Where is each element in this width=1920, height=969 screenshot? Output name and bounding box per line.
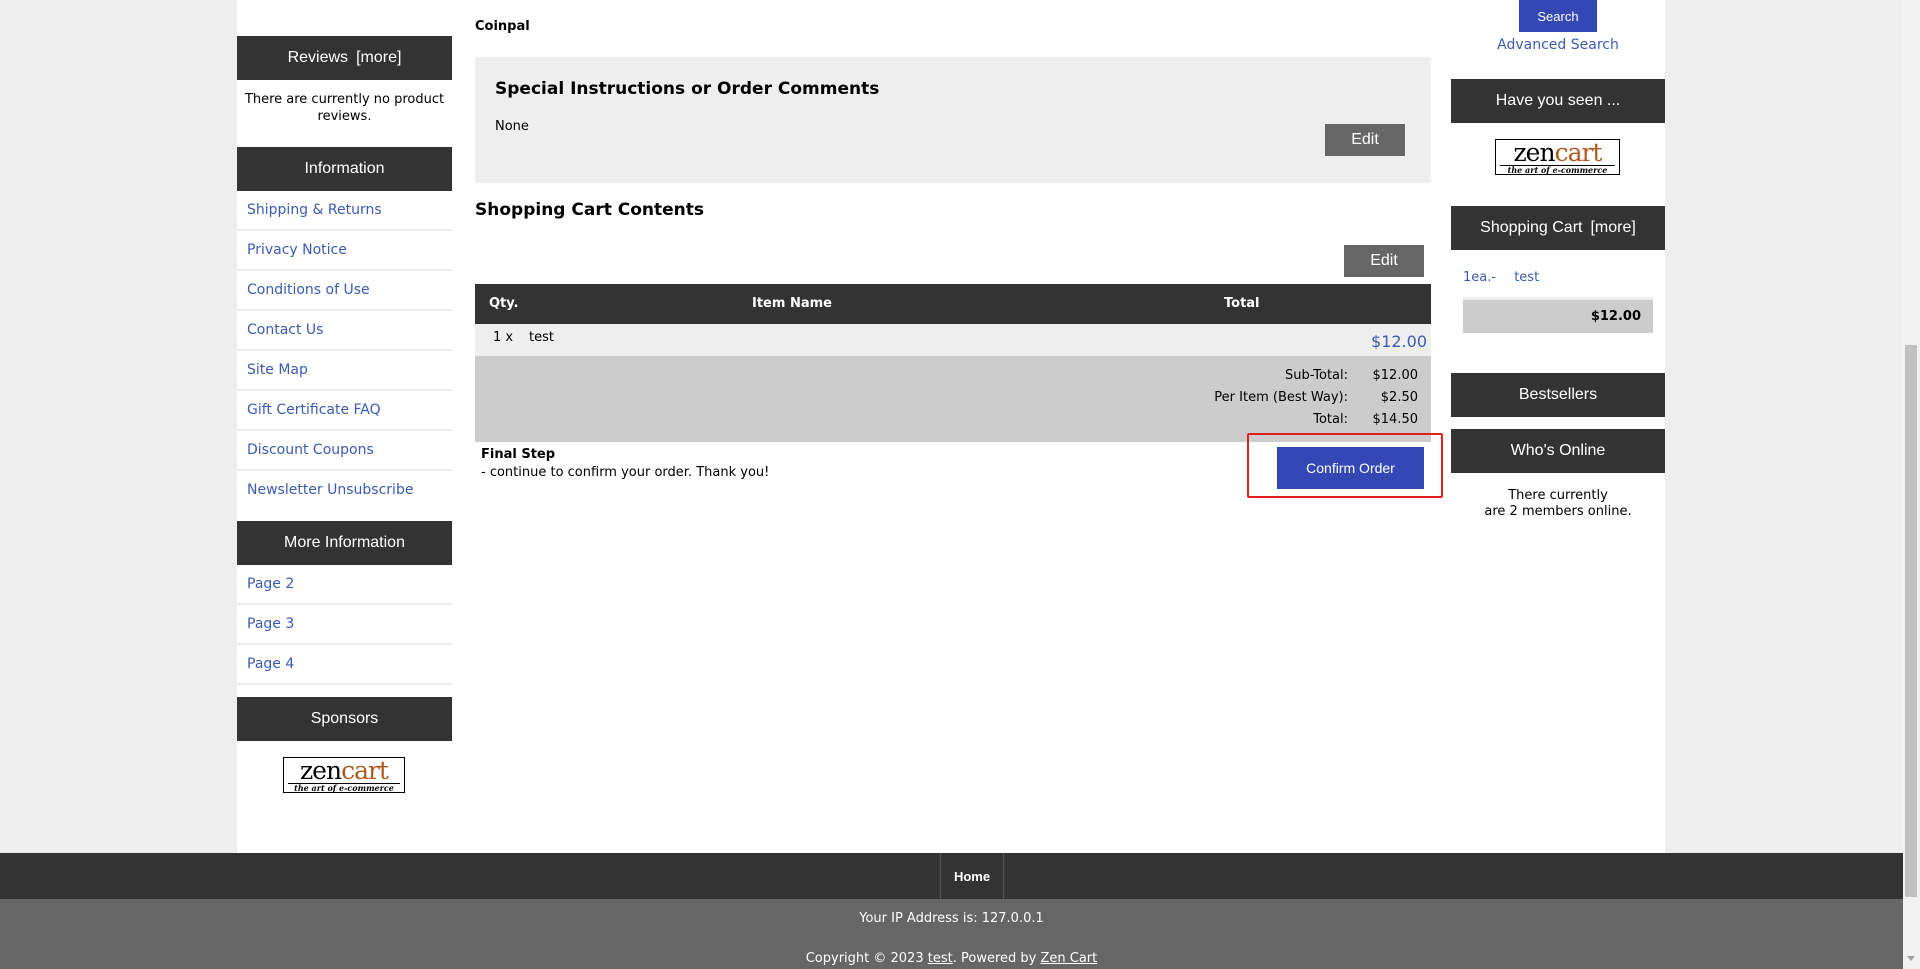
page-2-link[interactable]: Page 2 (247, 576, 294, 592)
total-label: Total: (1313, 412, 1348, 427)
cart-table-header: Qty. Item Name Total (475, 284, 1431, 324)
list-item: Site Map (237, 351, 452, 391)
contact-us-link[interactable]: Contact Us (247, 322, 323, 338)
logo-word-zen: zen (300, 756, 342, 785)
search-button[interactable]: Search (1519, 0, 1597, 32)
total-value: $14.50 (1372, 412, 1419, 427)
shipping-label: Per Item (Best Way): (1214, 390, 1348, 405)
col-item-name: Item Name (752, 296, 832, 311)
whos-online-header: Who's Online (1451, 429, 1665, 473)
cart-side-qty: 1ea.- (1463, 270, 1497, 285)
list-item: Gift Certificate FAQ (237, 391, 452, 431)
logo-word-cart: cart (341, 756, 389, 785)
cart-side-name: test (1514, 270, 1540, 285)
have-you-seen-header: Have you seen ... (1451, 79, 1665, 123)
cart-side-total: $12.00 (1463, 297, 1653, 333)
subtotal-label: Sub-Total: (1285, 368, 1348, 383)
zen-cart-link[interactable]: Zen Cart (1040, 951, 1097, 966)
logo-tagline: the art of e-commerce (288, 783, 400, 792)
comments-value: None (495, 119, 529, 134)
online-line-1: There currently (1508, 488, 1608, 503)
subtotal-line: Sub-Total: $12.00 (1285, 368, 1418, 386)
row-qty: 1 x (493, 330, 514, 345)
order-totals: Sub-Total: $12.00 Per Item (Best Way): $… (475, 356, 1431, 442)
more-information-list: Page 2 Page 3 Page 4 (237, 565, 452, 685)
reviews-text: There are currently no product reviews. (244, 92, 445, 124)
subtotal-value: $12.00 (1372, 368, 1419, 383)
row-total: $12.00 (1371, 332, 1427, 351)
reviews-header: Reviews [more] (237, 36, 452, 80)
final-step: Final Step - continue to confirm your or… (481, 446, 769, 482)
privacy-notice-link[interactable]: Privacy Notice (247, 242, 347, 258)
list-item: Page 3 (237, 605, 452, 645)
col-qty: Qty. (489, 296, 519, 311)
zen-cart-logo[interactable]: zencart the art of e-commerce (283, 757, 405, 793)
list-item: Discount Coupons (237, 431, 452, 471)
list-item: Privacy Notice (237, 231, 452, 271)
shipping-value: $2.50 (1380, 390, 1418, 405)
row-item-name: test (529, 330, 554, 345)
footer: Your IP Address is: 127.0.0.1 Copyright … (0, 899, 1903, 969)
ip-address: Your IP Address is: 127.0.0.1 (859, 911, 1044, 926)
sponsors-header: Sponsors (237, 697, 452, 741)
conditions-of-use-link[interactable]: Conditions of Use (247, 282, 370, 298)
list-item: Page 2 (237, 565, 452, 605)
footer-home-link[interactable]: Home (940, 853, 1004, 899)
confirm-order-button[interactable]: Confirm Order (1277, 447, 1424, 489)
logo-tagline: the art of e-commerce (1500, 165, 1615, 174)
reviews-title: Reviews (287, 49, 349, 66)
payment-method: Coinpal (475, 19, 530, 34)
page-scrollbar[interactable] (1903, 0, 1920, 969)
powered-prefix: . Powered by (952, 951, 1037, 966)
col-total: Total (1224, 296, 1260, 311)
cart-contents-title: Shopping Cart Contents (475, 200, 705, 220)
newsletter-unsubscribe-link[interactable]: Newsletter Unsubscribe (247, 482, 413, 498)
discount-coupons-link[interactable]: Discount Coupons (247, 442, 374, 458)
list-item: Newsletter Unsubscribe (237, 471, 452, 509)
edit-cart-button[interactable]: Edit (1344, 245, 1424, 277)
reviews-more-link[interactable]: [more] (356, 49, 401, 67)
order-comments-box: Special Instructions or Order Comments N… (475, 57, 1431, 183)
scroll-down-icon[interactable] (1907, 956, 1915, 961)
page-4-link[interactable]: Page 4 (247, 656, 294, 672)
final-step-title: Final Step (481, 447, 556, 462)
shipping-returns-link[interactable]: Shipping & Returns (247, 202, 382, 218)
store-link[interactable]: test (928, 951, 953, 966)
copyright-prefix: Copyright © 2023 (805, 951, 924, 966)
more-information-header: More Information (237, 521, 452, 565)
edit-comments-button[interactable]: Edit (1325, 124, 1405, 156)
shipping-line: Per Item (Best Way): $2.50 (1214, 390, 1418, 408)
bestsellers-header: Bestsellers (1451, 373, 1665, 417)
site-map-link[interactable]: Site Map (247, 362, 308, 378)
footer-nav: Home (0, 853, 1903, 899)
copyright: Copyright © 2023 test. Powered by Zen Ca… (0, 951, 1903, 966)
scrollbar-thumb[interactable] (1905, 345, 1917, 897)
list-item: Contact Us (237, 311, 452, 351)
zen-cart-logo[interactable]: zencart the art of e-commerce (1495, 139, 1620, 175)
page-3-link[interactable]: Page 3 (247, 616, 294, 632)
gift-certificate-faq-link[interactable]: Gift Certificate FAQ (247, 402, 381, 418)
final-step-text: - continue to confirm your order. Thank … (481, 465, 770, 480)
online-line-2: are 2 members online. (1484, 504, 1632, 519)
list-item: Conditions of Use (237, 271, 452, 311)
logo-word-zen: zen (1513, 138, 1556, 167)
shopping-cart-header: Shopping Cart [more] (1451, 206, 1665, 250)
advanced-search-link[interactable]: Advanced Search (1451, 37, 1665, 53)
total-line: Total: $14.50 (1313, 412, 1418, 430)
list-item: Shipping & Returns (237, 191, 452, 231)
table-row: 1 x test $12.00 (475, 324, 1431, 356)
whos-online-text: There currently are 2 members online. (1451, 488, 1665, 520)
information-list: Shipping & Returns Privacy Notice Condit… (237, 191, 452, 509)
shopping-cart-more-link[interactable]: [more] (1590, 219, 1635, 237)
logo-word-cart: cart (1554, 138, 1603, 167)
cart-side-item[interactable]: 1ea.- test (1463, 270, 1539, 285)
comments-title: Special Instructions or Order Comments (495, 79, 880, 99)
information-header: Information (237, 147, 452, 191)
shopping-cart-title: Shopping Cart (1480, 219, 1583, 236)
list-item: Page 4 (237, 645, 452, 685)
